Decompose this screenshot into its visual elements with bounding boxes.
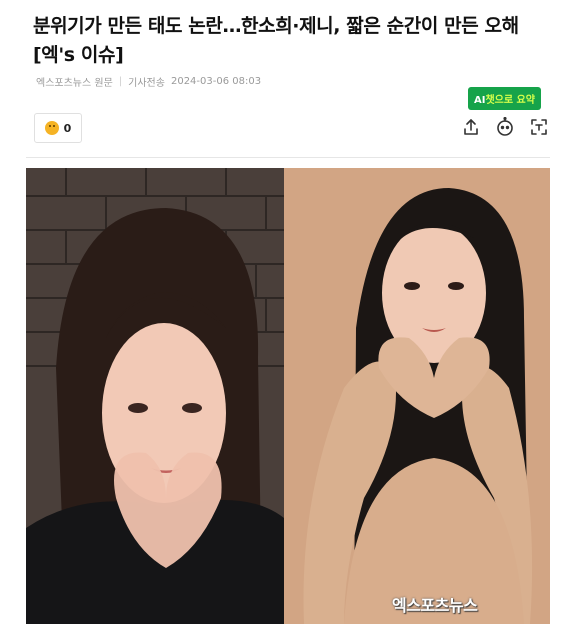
ai-summary-prefix: AI — [474, 95, 486, 106]
smiley-icon — [44, 121, 59, 135]
photo-left-panel — [26, 168, 284, 624]
photo-watermark: 엑스포츠뉴스 — [392, 596, 478, 615]
chatbot-icon — [497, 117, 513, 136]
photo-right-panel — [284, 168, 550, 624]
ai-summary-label: 챗으로 요약 — [485, 95, 535, 106]
sent-label: 기사전송 — [128, 78, 165, 89]
text-scan-button[interactable] — [528, 116, 550, 138]
reaction-count: 0 — [63, 121, 72, 135]
article-meta: 엑스포츠뉴스 원문 | 기사전송 2024-03-06 08:03 — [36, 74, 261, 89]
share-icon — [464, 119, 478, 135]
reaction-button[interactable]: 0 — [34, 113, 82, 143]
article-photo — [26, 168, 550, 624]
chatbot-button[interactable] — [494, 116, 516, 138]
right-portrait-illustration — [284, 168, 550, 624]
left-portrait-illustration — [26, 168, 284, 624]
article-timestamp: 2024-03-06 08:03 — [170, 76, 262, 87]
article-title: 분위기가 만든 태도 논란…한소희·제니, 짧은 순간이 만든 오해 [엑's … — [33, 15, 519, 66]
meta-divider: | — [118, 76, 123, 87]
share-button[interactable] — [460, 116, 482, 138]
source-link[interactable]: 엑스포츠뉴스 원문 — [36, 74, 113, 89]
ai-summary-button[interactable]: AI챗으로 요약 — [468, 87, 541, 110]
header-divider — [26, 157, 550, 158]
text-scan-icon — [531, 119, 547, 135]
